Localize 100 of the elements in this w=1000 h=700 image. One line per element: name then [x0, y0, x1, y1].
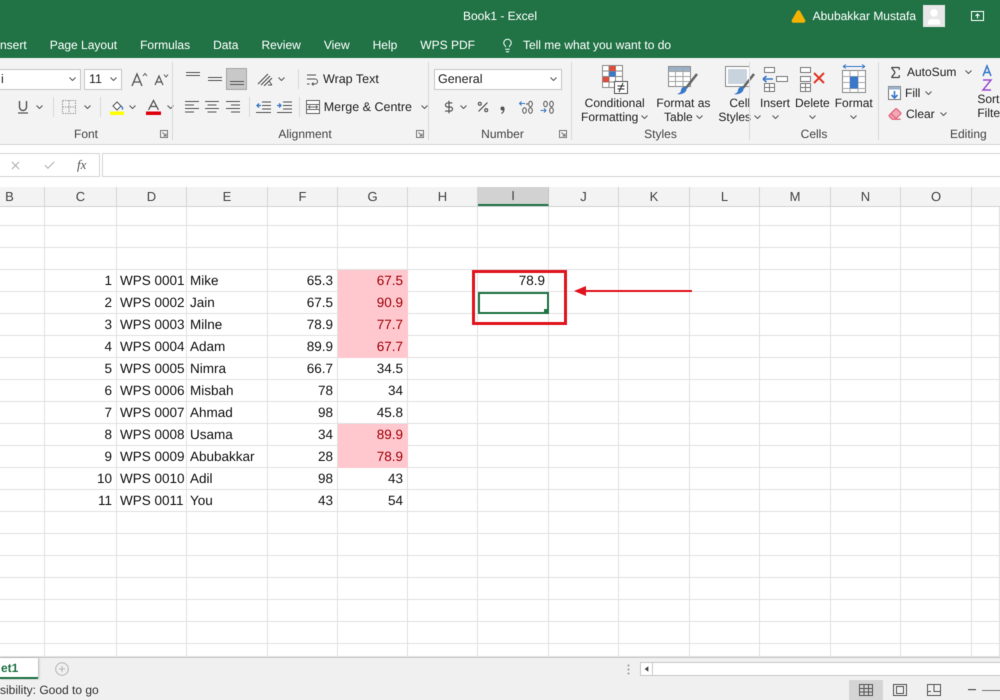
- decrease-decimal-icon[interactable]: [540, 100, 555, 114]
- column-header[interactable]: J: [549, 187, 619, 206]
- column-header[interactable]: C: [45, 187, 117, 206]
- ribbon-tab[interactable]: Page Layout: [50, 36, 118, 54]
- table-cell-text: 5: [103, 360, 113, 378]
- caret-icon[interactable]: [850, 115, 858, 119]
- column-header[interactable]: G: [338, 187, 408, 206]
- page-layout-icon: [893, 684, 907, 696]
- ribbon-tab[interactable]: WPS PDF: [420, 36, 475, 54]
- table-cell-text: 4: [103, 338, 113, 356]
- insert-function-button[interactable]: fx: [77, 155, 86, 175]
- caret-icon[interactable]: [36, 105, 43, 109]
- ribbon-tab[interactable]: View: [324, 36, 350, 54]
- cells-button[interactable]: Delete: [794, 62, 831, 124]
- align-left-icon[interactable]: [185, 101, 200, 113]
- merge-centre-button[interactable]: Merge & Centre: [306, 98, 412, 116]
- active-cell[interactable]: [478, 292, 549, 314]
- caret-icon[interactable]: [167, 105, 174, 109]
- borders-icon[interactable]: [62, 100, 76, 114]
- caret-icon[interactable]: [84, 105, 91, 109]
- group-label: Font: [74, 126, 98, 143]
- cells-button[interactable]: Format: [834, 62, 874, 124]
- font-size-field[interactable]: 11: [84, 68, 122, 90]
- table-cell-text: 2: [103, 294, 113, 312]
- tell-me-search[interactable]: Tell me what you want to do: [500, 36, 672, 54]
- ribbon-tab[interactable]: Review: [261, 36, 301, 54]
- ribbon-tab[interactable]: nsert: [0, 36, 27, 54]
- caret-icon[interactable]: [129, 105, 136, 109]
- column-header[interactable]: O: [901, 187, 972, 206]
- font-name-field[interactable]: i: [0, 68, 81, 90]
- caret-icon[interactable]: [641, 115, 648, 119]
- caret-icon[interactable]: [925, 91, 932, 95]
- dialog-launcher-icon[interactable]: [416, 130, 424, 138]
- table-cell-text: Mike: [189, 272, 220, 290]
- dialog-launcher-icon[interactable]: [559, 130, 567, 138]
- column-header[interactable]: N: [831, 187, 901, 206]
- ribbon-tab[interactable]: Data: [213, 36, 238, 54]
- caret-icon[interactable]: [550, 77, 557, 81]
- column-header[interactable]: M: [760, 187, 831, 206]
- increase-decimal-icon[interactable]: [519, 100, 534, 114]
- caret-icon[interactable]: [696, 115, 703, 119]
- caret-icon[interactable]: [965, 70, 972, 74]
- caret-icon[interactable]: [808, 115, 816, 119]
- column-header[interactable]: B: [0, 187, 45, 206]
- wrap-text-button[interactable]: Wrap Text: [306, 70, 379, 88]
- align-center-icon[interactable]: [205, 101, 220, 113]
- styles-button[interactable]: Format as Table: [654, 63, 712, 124]
- caret-icon[interactable]: [69, 77, 76, 81]
- table-cell-text: WPS 0007: [119, 404, 186, 422]
- formula-input[interactable]: [102, 153, 1000, 177]
- caret-icon[interactable]: [772, 115, 778, 119]
- table-cell-text: Milne: [189, 316, 224, 334]
- align-right-icon[interactable]: [226, 101, 240, 113]
- ribbon-display-icon[interactable]: [971, 11, 984, 21]
- caret-icon[interactable]: [110, 77, 117, 81]
- normal-view-button[interactable]: [849, 680, 883, 700]
- increase-indent-icon[interactable]: [276, 101, 292, 113]
- ribbon-tab[interactable]: Help: [372, 36, 398, 54]
- underline-icon[interactable]: [17, 100, 29, 114]
- fill-color-icon[interactable]: [109, 99, 125, 115]
- table-cell-text: 10: [96, 470, 113, 488]
- table-cell-text: 9: [103, 448, 113, 466]
- ribbon-tab[interactable]: Formulas: [140, 36, 190, 54]
- caret-icon[interactable]: [754, 115, 762, 119]
- styles-button[interactable]: Conditional Formatting: [579, 63, 650, 124]
- percent-icon[interactable]: [476, 100, 490, 114]
- warning-icon: [790, 8, 806, 24]
- column-header[interactable]: K: [619, 187, 690, 206]
- number-format-field[interactable]: General: [434, 68, 562, 90]
- autosum-button[interactable]: AutoSum: [888, 63, 956, 82]
- table-cell-text: 1: [103, 272, 113, 290]
- currency-icon[interactable]: [442, 100, 456, 114]
- caret-icon[interactable]: [278, 77, 285, 81]
- sheet-tab[interactable]: et1: [0, 658, 38, 679]
- fill-button[interactable]: Fill: [888, 84, 920, 102]
- grow-font-icon[interactable]: [131, 72, 148, 86]
- dialog-launcher-icon[interactable]: [160, 130, 168, 138]
- decrease-indent-icon[interactable]: [256, 101, 271, 113]
- text-orientation-icon[interactable]: [256, 72, 273, 86]
- column-header[interactable]: L: [690, 187, 760, 206]
- shrink-font-icon[interactable]: [154, 72, 169, 86]
- font-color-icon[interactable]: [146, 99, 161, 115]
- align-top-icon: [186, 72, 200, 76]
- table-cell-text: 66.7: [306, 360, 334, 378]
- caret-icon[interactable]: [940, 112, 947, 116]
- fill-handle-icon[interactable]: [544, 309, 549, 314]
- column-header[interactable]: E: [187, 187, 268, 206]
- clear-button[interactable]: Clear: [888, 104, 935, 123]
- column-header[interactable]: I: [478, 187, 549, 206]
- horizontal-scrollbar[interactable]: [640, 662, 1000, 676]
- insert-cells-icon: [761, 65, 789, 93]
- align-bottom-button[interactable]: [226, 68, 247, 90]
- table-cell-text: 34: [316, 426, 334, 444]
- caret-icon[interactable]: [460, 105, 467, 109]
- sort-filter-button[interactable]: Sort Filte: [977, 62, 1000, 124]
- table-cell-text: 65.3: [306, 272, 334, 290]
- column-header[interactable]: F: [268, 187, 338, 206]
- caret-icon[interactable]: [420, 105, 428, 109]
- column-header[interactable]: D: [117, 187, 187, 206]
- comma-style-icon[interactable]: [500, 106, 505, 114]
